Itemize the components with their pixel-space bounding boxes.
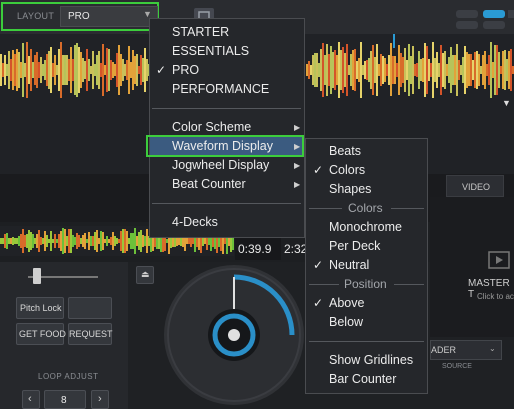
chevron-right-icon: ›	[98, 393, 102, 405]
menu-divider	[309, 208, 342, 209]
chevron-right-icon: ▶	[294, 123, 301, 132]
master-hint: Click to ac	[477, 292, 514, 301]
request-label: REQUEST	[69, 329, 113, 339]
menu-item-4-decks[interactable]: 4-Decks	[172, 215, 218, 229]
playhead-marker: ▼	[502, 98, 511, 108]
tab-video-label: VIDEO	[462, 182, 491, 192]
chevron-down-icon: ⌄	[489, 344, 496, 353]
chevron-right-icon: ▶	[294, 180, 301, 189]
menu-divider	[309, 284, 339, 285]
menu-item-below[interactable]: Below	[329, 315, 363, 329]
layout-pill-4[interactable]	[483, 21, 505, 29]
menu-item-per-deck[interactable]: Per Deck	[329, 239, 380, 253]
loop-increase-button[interactable]: ›	[91, 390, 109, 409]
loop-decrease-button[interactable]: ‹	[22, 390, 40, 409]
menu-item-show-gridlines[interactable]: Show Gridlines	[329, 353, 413, 367]
blank-pad-button[interactable]	[68, 297, 112, 319]
layout-pill-2[interactable]	[483, 10, 505, 18]
layout-dropdown-value: PRO	[68, 11, 90, 22]
menu-item-monochrome[interactable]: Monochrome	[329, 220, 402, 234]
layout-pill-3[interactable]	[456, 21, 478, 29]
menu-divider	[152, 203, 301, 204]
source-label: SOURCE	[442, 363, 472, 370]
menu-item-neutral[interactable]: Neutral	[329, 258, 369, 272]
menu-item-beat-counter[interactable]: Beat Counter	[172, 177, 246, 191]
pitch-slider-handle[interactable]	[33, 268, 41, 284]
layout-pill-5[interactable]	[508, 10, 514, 18]
menu-item-bar-counter[interactable]: Bar Counter	[329, 372, 396, 386]
loop-adjust-label: LOOP ADJUST	[38, 372, 99, 381]
check-icon: ✓	[156, 63, 167, 77]
menu-item-colors[interactable]: Colors	[329, 163, 365, 177]
play-icon	[488, 251, 510, 269]
chevron-right-icon: ▶	[294, 161, 301, 170]
menu-item-shapes[interactable]: Shapes	[329, 182, 371, 196]
menu-item-starter[interactable]: STARTER	[172, 25, 229, 39]
source-dropdown-value: ADER	[431, 345, 457, 355]
get-food-label: GET FOOD	[19, 329, 66, 339]
check-icon: ✓	[313, 296, 324, 310]
colors-section-header: Colors	[348, 201, 383, 215]
menu-item-beats[interactable]: Beats	[329, 144, 361, 158]
cue-marker	[393, 34, 395, 48]
menu-divider	[309, 341, 424, 342]
loop-size-value: 8	[61, 395, 67, 406]
elapsed-time: 0:39.9	[238, 242, 272, 256]
menu-divider	[391, 208, 424, 209]
jogwheel-graphic	[167, 268, 301, 402]
layout-pill-1[interactable]	[456, 10, 478, 18]
layout-label: LAYOUT	[17, 11, 55, 21]
menu-item-color-scheme[interactable]: Color Scheme	[172, 120, 251, 134]
position-section-header: Position	[344, 277, 387, 291]
remaining-time: 2:32	[284, 242, 308, 256]
check-icon: ✓	[313, 258, 324, 272]
menu-item-performance[interactable]: PERFORMANCE	[172, 82, 269, 96]
menu-item-waveform-display[interactable]: Waveform Display	[172, 139, 273, 153]
menu-item-above[interactable]: Above	[329, 296, 364, 310]
pitch-lock-label: Pitch Lock	[20, 303, 62, 313]
menu-item-pro[interactable]: PRO	[172, 63, 199, 77]
menu-divider	[394, 284, 424, 285]
eject-icon: ⏏	[141, 269, 150, 279]
menu-divider	[152, 108, 301, 109]
menu-item-essentials[interactable]: ESSENTIALS	[172, 44, 249, 58]
menu-item-jogwheel-display[interactable]: Jogwheel Display	[172, 158, 269, 172]
chevron-right-icon: ▶	[294, 142, 301, 151]
eject-button[interactable]: ⏏	[136, 266, 154, 284]
chevron-left-icon: ‹	[28, 393, 32, 405]
check-icon: ✓	[313, 163, 324, 177]
